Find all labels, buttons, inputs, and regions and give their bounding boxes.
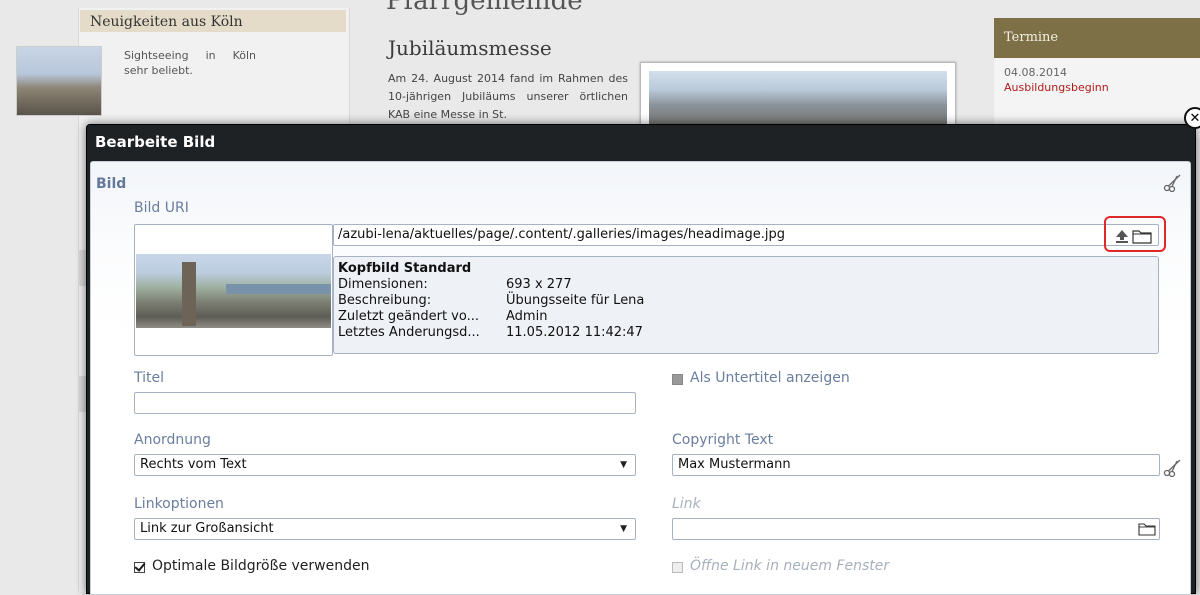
- upload-icon[interactable]: [1114, 228, 1130, 244]
- info-value: Admin: [506, 309, 548, 324]
- image-preview: [134, 224, 333, 356]
- chevron-down-icon[interactable]: ▼: [620, 519, 627, 539]
- linkoptionen-label: Linkoptionen: [134, 496, 224, 512]
- termine-box: Termine 04.08.2014 Ausbildungsbeginn: [994, 18, 1200, 138]
- optimal-size-label[interactable]: Optimale Bildgröße verwenden: [152, 558, 369, 574]
- info-key: Dimensionen:: [338, 277, 428, 292]
- subtitle-checkbox-label[interactable]: Als Untertitel anzeigen: [690, 370, 850, 386]
- link-input[interactable]: [672, 518, 1160, 540]
- chevron-down-icon[interactable]: ▼: [620, 455, 627, 475]
- link-label: Link: [672, 496, 701, 512]
- section-title: Bild: [96, 176, 127, 192]
- anordnung-value: Rechts vom Text: [140, 457, 247, 472]
- image-info-title: Kopfbild Standard: [338, 261, 472, 276]
- linkoptionen-select[interactable]: Link zur Großansicht ▼: [134, 518, 636, 540]
- folder-icon[interactable]: [1138, 522, 1156, 536]
- news-box: Neuigkeiten aus Köln: [80, 10, 346, 32]
- bild-uri-input[interactable]: /azubi-lena/aktuelles/page/.content/.gal…: [333, 224, 1159, 246]
- article-title: Jubiläumsmesse: [388, 36, 552, 60]
- news-header: Neuigkeiten aus Köln: [80, 10, 346, 32]
- left-strip: [78, 250, 86, 286]
- anordnung-select[interactable]: Rechts vom Text ▼: [134, 454, 636, 476]
- copyright-label: Copyright Text: [672, 432, 774, 448]
- info-row: Letztes Änderungsd... 11.05.2012 11:42:4…: [338, 325, 1154, 341]
- edit-image-dialog: Bearbeite Bild ✕ Bild Bild URI /azubi-le…: [86, 107, 1200, 595]
- info-row: Dimensionen: 693 x 277: [338, 277, 1154, 293]
- folder-icon[interactable]: [1132, 228, 1152, 244]
- article-text: Am 24. August 2014 fand im Rahmen des 10…: [388, 72, 628, 121]
- news-thumbnail[interactable]: [16, 46, 102, 116]
- optimal-size-checkbox[interactable]: [134, 562, 145, 573]
- info-row: Zuletzt geändert vo... Admin: [338, 309, 1154, 325]
- new-window-label[interactable]: Öffne Link in neuem Fenster: [690, 558, 889, 574]
- info-key: Beschreibung:: [338, 293, 432, 308]
- termine-date: 04.08.2014: [1004, 66, 1067, 79]
- anordnung-label: Anordnung: [134, 432, 211, 448]
- titel-label: Titel: [134, 370, 165, 386]
- termine-link[interactable]: Ausbildungsbeginn: [1004, 81, 1190, 94]
- info-value: 11.05.2012 11:42:47: [506, 325, 643, 340]
- close-icon[interactable]: ✕: [1184, 107, 1200, 129]
- info-value: 693 x 277: [506, 277, 572, 292]
- left-strip: [78, 376, 86, 412]
- copyright-input[interactable]: Max Mustermann: [672, 454, 1160, 476]
- info-key: Zuletzt geändert vo...: [338, 309, 480, 324]
- titel-input[interactable]: [134, 392, 636, 414]
- info-key: Letztes Änderungsd...: [338, 325, 480, 340]
- linkoptionen-value: Link zur Großansicht: [140, 521, 274, 536]
- new-window-checkbox[interactable]: [672, 562, 683, 573]
- image-info-box: Kopfbild Standard Dimensionen: 693 x 277…: [333, 256, 1159, 354]
- dialog-title: Bearbeite Bild: [95, 133, 216, 151]
- info-row: Beschreibung: Übungsseite für Lena: [338, 293, 1154, 309]
- page-title: Pfarrgemeinde: [386, 0, 583, 16]
- scissors-icon[interactable]: [1163, 172, 1183, 192]
- scissors-icon[interactable]: [1163, 457, 1183, 477]
- dialog-body: Bild Bild URI /azubi-lena/aktuelles/page…: [90, 161, 1191, 595]
- termine-header: Termine: [994, 18, 1200, 58]
- subtitle-checkbox[interactable]: [672, 374, 683, 385]
- bild-uri-label: Bild URI: [134, 200, 189, 216]
- info-value: Übungsseite für Lena: [506, 293, 645, 308]
- news-teaser[interactable]: Sightseeing in Köln sehr beliebt.: [124, 48, 256, 78]
